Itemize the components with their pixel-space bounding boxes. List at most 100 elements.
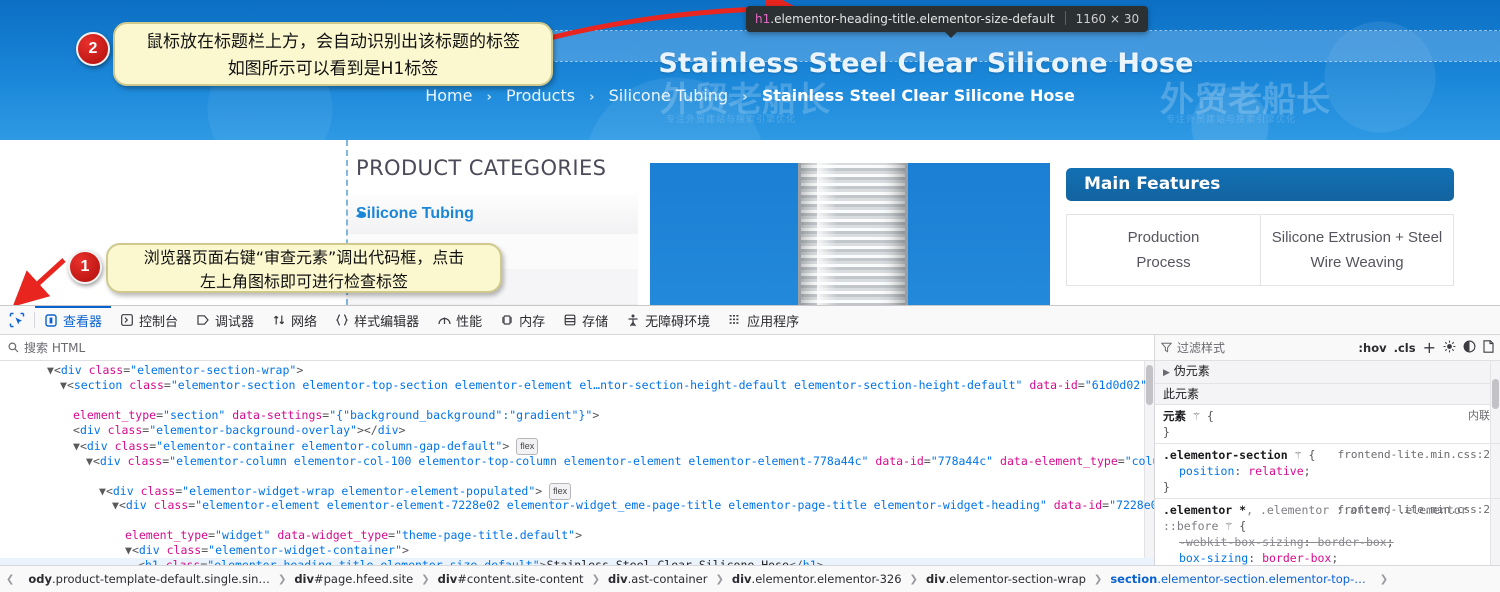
css-rule-selector[interactable]: 元素 ⚚ { bbox=[1163, 408, 1492, 424]
pseudo-elements-section[interactable]: ▶ 伪元素 bbox=[1155, 361, 1500, 384]
print-icon[interactable] bbox=[1483, 339, 1494, 356]
html-markup-tree[interactable]: ▼<div class="elementor-section-wrap"> ▼<s… bbox=[0, 361, 1154, 565]
devtools-body: ▼<div class="elementor-section-wrap"> ▼<s… bbox=[0, 361, 1500, 565]
markup-line[interactable]: <h1 class="elementor-heading-title eleme… bbox=[0, 558, 1154, 565]
chevron-up-icon[interactable] bbox=[356, 211, 366, 217]
callout-2-line-1: 鼠标放在标题栏上方，会自动识别出该标题的标签 bbox=[146, 32, 520, 52]
element-picker-icon bbox=[9, 312, 25, 328]
css-rules-panel: ▶ 伪元素 此元素 内联 元素 ⚚ {} frontend-lite.min.css:2… bbox=[1154, 361, 1500, 565]
breadcrumb-link-silicone-tubing[interactable]: Silicone Tubing bbox=[609, 86, 729, 105]
tab-application[interactable]: 应用程序 bbox=[719, 306, 808, 334]
inspector-element-tooltip: h1.elementor-heading-title.elementor-siz… bbox=[746, 6, 1149, 38]
dom-breadcrumb-item[interactable]: div#content.site-content bbox=[430, 572, 592, 586]
css-rule-source[interactable]: frontend-lite.min.css:2 bbox=[1338, 502, 1490, 518]
breadcrumb-separator-icon: › bbox=[742, 90, 748, 105]
css-declaration[interactable]: -webkit-box-sizing: border-box; bbox=[1163, 534, 1492, 550]
dom-breadcrumb-bar[interactable]: ❮ ody.product-template-default.single.si… bbox=[0, 565, 1500, 592]
class-button[interactable]: .cls bbox=[1394, 341, 1416, 355]
callout-badge-2: 2 bbox=[76, 32, 110, 66]
callout-1-line-1: 浏览器页面右键“审查元素”调出代码框，点击 bbox=[143, 248, 465, 267]
tab-console[interactable]: 控制台 bbox=[111, 306, 187, 334]
callout-badge-1: 1 bbox=[68, 250, 102, 284]
dom-breadcrumb-item[interactable]: div.elementor-section-wrap bbox=[918, 572, 1094, 586]
style-filter-input[interactable]: 过滤样式 bbox=[1161, 339, 1351, 356]
dom-breadcrumb-item[interactable]: div#page.hfeed.site bbox=[286, 572, 421, 586]
css-rules-list[interactable]: ▶ 伪元素 此元素 内联 元素 ⚚ {} frontend-lite.min.css:2… bbox=[1155, 361, 1500, 565]
breadcrumb-separator-icon: › bbox=[486, 90, 492, 105]
element-picker-button[interactable] bbox=[0, 306, 34, 334]
tab-console-label: 控制台 bbox=[139, 314, 179, 330]
callout-1-line-2: 左上角图标即可进行检查标签 bbox=[199, 272, 408, 291]
light-mode-icon[interactable] bbox=[1443, 340, 1456, 356]
dom-breadcrumb-item[interactable]: div.elementor.elementor-326 bbox=[724, 572, 910, 586]
breadcrumb-separator-icon: ❯ bbox=[1093, 573, 1103, 585]
callout-2-line-2: 如图所示可以看到是H1标签 bbox=[227, 59, 439, 79]
filter-icon bbox=[1161, 342, 1172, 353]
tab-memory[interactable]: 内存 bbox=[491, 306, 554, 334]
css-rule-block[interactable]: 内联 元素 ⚚ {} bbox=[1155, 405, 1500, 444]
tab-debugger[interactable]: 调试器 bbox=[187, 306, 263, 334]
breadcrumb-scroll-right-icon[interactable]: ❯ bbox=[1374, 574, 1394, 585]
dark-mode-icon[interactable] bbox=[1463, 340, 1476, 356]
dom-breadcrumb-item[interactable]: ody.product-template-default.single.sin… bbox=[20, 572, 278, 586]
callout-2: 鼠标放在标题栏上方，会自动识别出该标题的标签 如图所示可以看到是H1标签 bbox=[113, 22, 553, 86]
markup-line[interactable]: ▼<div class="elementor-column elementor-… bbox=[0, 453, 1154, 470]
rule-toggle-icon: ⚚ bbox=[1225, 519, 1233, 533]
product-image[interactable] bbox=[650, 163, 1050, 305]
devtools-panel: 查看器 控制台 调试器 网络 样式编辑器 性能 内存 存储 无障碍环境 应用程序… bbox=[0, 305, 1500, 592]
breadcrumb-separator-icon: ❯ bbox=[277, 573, 287, 585]
markup-line[interactable]: ▼<div class="elementor-widget-container"… bbox=[0, 543, 409, 558]
breadcrumb-link-home[interactable]: Home bbox=[425, 86, 472, 105]
tab-inspector-label: 查看器 bbox=[63, 314, 103, 330]
network-icon bbox=[272, 313, 286, 327]
css-rule-block[interactable]: frontend-lite.min.css:2 .elementor *, .el… bbox=[1155, 499, 1500, 565]
tab-style-editor[interactable]: 样式编辑器 bbox=[326, 306, 428, 334]
markup-line[interactable]: ▼<section class="elementor-section eleme… bbox=[0, 378, 1154, 393]
add-rule-button[interactable]: + bbox=[1423, 338, 1436, 357]
tab-accessibility-label: 无障碍环境 bbox=[645, 314, 711, 330]
style-editor-icon bbox=[335, 313, 349, 327]
category-group-silicone-tubing[interactable]: Silicone Tubing bbox=[346, 194, 638, 235]
css-declaration[interactable]: position: relative; bbox=[1163, 463, 1492, 479]
breadcrumb-separator-icon: › bbox=[589, 90, 595, 105]
dom-breadcrumb-item[interactable]: div.ast-container bbox=[600, 572, 716, 586]
css-declaration[interactable]: box-sizing: border-box; bbox=[1163, 550, 1492, 565]
markup-line[interactable]: element_type="section" data-settings="{"… bbox=[0, 408, 599, 423]
console-icon bbox=[120, 313, 134, 327]
breadcrumb-separator-icon: ❯ bbox=[909, 573, 918, 585]
tab-network[interactable]: 网络 bbox=[263, 306, 326, 334]
tab-style-editor-label: 样式编辑器 bbox=[354, 314, 420, 330]
tab-performance[interactable]: 性能 bbox=[428, 306, 491, 334]
devtools-tabbar: 查看器 控制台 调试器 网络 样式编辑器 性能 内存 存储 无障碍环境 应用程序 bbox=[0, 306, 1500, 335]
css-rule-source[interactable]: 内联 bbox=[1468, 408, 1490, 424]
callout-1: 浏览器页面右键“审查元素”调出代码框，点击 左上角图标即可进行检查标签 bbox=[106, 243, 502, 293]
css-rule-source[interactable]: frontend-lite.min.css:2 bbox=[1338, 447, 1490, 463]
debugger-icon bbox=[196, 313, 210, 327]
markup-line[interactable]: <div class="elementor-background-overlay… bbox=[0, 423, 405, 438]
breadcrumb-scroll-left-icon[interactable]: ❮ bbox=[0, 574, 20, 585]
hover-state-button[interactable]: :hov bbox=[1358, 341, 1386, 355]
tooltip-dimensions: 1160 × 30 bbox=[1075, 12, 1140, 26]
feature-label-cell: Production Process bbox=[1127, 229, 1200, 271]
performance-icon bbox=[437, 313, 451, 327]
html-search-bar[interactable]: 搜索 HTML bbox=[0, 335, 1154, 361]
markup-line[interactable]: element_type="widget" data-widget_type="… bbox=[0, 528, 582, 543]
breadcrumb-current: Stainless Steel Clear Silicone Hose bbox=[761, 86, 1075, 105]
markup-line[interactable]: ▼<div class="elementor-section-wrap"> bbox=[0, 363, 303, 378]
tab-network-label: 网络 bbox=[291, 314, 318, 330]
html-search-placeholder: 搜索 HTML bbox=[24, 341, 86, 355]
tab-performance-label: 性能 bbox=[456, 314, 483, 330]
product-categories-title: PRODUCT CATEGORIES bbox=[356, 156, 607, 180]
tab-storage[interactable]: 存储 bbox=[554, 306, 617, 334]
dom-breadcrumb-item[interactable]: section.elementor-section.elementor-top-… bbox=[1102, 572, 1373, 586]
css-rule-block[interactable]: frontend-lite.min.css:2 .elementor-sectio… bbox=[1155, 444, 1500, 499]
tooltip-tag-name: h1 bbox=[755, 12, 771, 26]
rules-toolbar: 过滤样式 :hov .cls + bbox=[1155, 335, 1500, 361]
markup-line[interactable]: ▼<div class="elementor-element elementor… bbox=[0, 498, 1154, 513]
tab-accessibility[interactable]: 无障碍环境 bbox=[617, 306, 719, 334]
storage-icon bbox=[563, 313, 577, 327]
tab-inspector[interactable]: 查看器 bbox=[35, 306, 111, 334]
application-icon bbox=[728, 313, 742, 327]
breadcrumb-link-products[interactable]: Products bbox=[506, 86, 575, 105]
memory-icon bbox=[500, 313, 514, 327]
